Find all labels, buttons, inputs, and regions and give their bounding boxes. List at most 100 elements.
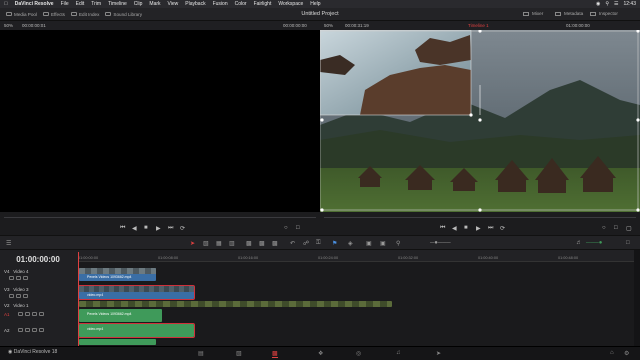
apple-icon[interactable]:  xyxy=(4,1,8,7)
stop-icon[interactable]: ■ xyxy=(464,225,468,231)
timeline-options-icon[interactable]: □ xyxy=(626,240,630,246)
next-clip-icon[interactable]: ⏭ xyxy=(168,225,173,232)
menu-fusion[interactable]: Fusion xyxy=(213,1,228,7)
menu-edit[interactable]: Edit xyxy=(76,1,85,7)
marker-icon[interactable]: ◈ xyxy=(348,240,353,247)
fairlight-page-icon[interactable]: ♫ xyxy=(396,350,401,356)
mute-icon[interactable] xyxy=(39,328,44,332)
lock-icon[interactable] xyxy=(18,312,23,316)
clip-v3[interactable]: video.mp4 xyxy=(78,285,195,300)
menu-help[interactable]: Help xyxy=(310,1,320,7)
zoom-slider[interactable]: ─●─── xyxy=(430,240,451,246)
program-scrub-bar[interactable] xyxy=(324,217,636,218)
menu-color[interactable]: Color xyxy=(235,1,247,7)
source-out-icon[interactable]: □ xyxy=(296,225,300,231)
snapping-icon[interactable]: ↶ xyxy=(290,240,295,247)
clip-v1[interactable] xyxy=(79,301,392,307)
dynamic-trim-icon[interactable]: ▦ xyxy=(216,240,222,247)
home-icon[interactable]: ⌂ xyxy=(610,350,614,356)
menu-file[interactable]: File xyxy=(61,1,69,7)
control-center-icon[interactable]: ☰ xyxy=(614,1,618,7)
zoom-full-icon[interactable]: ▣ xyxy=(366,240,372,247)
timeline-layout-icon[interactable]: ☰ xyxy=(6,240,11,247)
source-in-icon[interactable]: ○ xyxy=(284,225,288,231)
overwrite-clip-icon[interactable]: ▩ xyxy=(259,240,265,247)
source-zoom[interactable]: 50% xyxy=(4,23,13,28)
lock-icon[interactable] xyxy=(9,294,14,298)
deliver-page-icon[interactable]: ➤ xyxy=(436,350,441,357)
menu-playback[interactable]: Playback xyxy=(185,1,205,7)
track-header-v3[interactable]: V3 Video 3 xyxy=(0,286,78,300)
clip-v4[interactable]: Pexels Videos 1093662.mp4 xyxy=(79,268,156,281)
program-zoom[interactable]: 50% xyxy=(324,23,333,28)
timeline-name[interactable]: Timeline 1 xyxy=(468,23,489,28)
replace-clip-icon[interactable]: ▩ xyxy=(272,240,278,247)
clip-a3[interactable] xyxy=(79,339,156,345)
menu-workspace[interactable]: Workspace xyxy=(278,1,303,7)
monitor-icon[interactable] xyxy=(23,276,28,280)
color-page-icon[interactable]: ◎ xyxy=(356,350,361,357)
auto-select-icon[interactable] xyxy=(25,312,30,316)
menu-trim[interactable]: Trim xyxy=(91,1,101,7)
trim-tool-icon[interactable]: ▧ xyxy=(203,240,209,247)
monitor-icon[interactable] xyxy=(23,294,28,298)
edit-index-button[interactable]: Edit Index xyxy=(70,12,99,17)
auto-select-icon[interactable] xyxy=(16,294,21,298)
sound-library-button[interactable]: Sound Library xyxy=(105,12,142,17)
blade-tool-icon[interactable]: ▥ xyxy=(229,240,235,247)
loop-icon[interactable]: ⟳ xyxy=(180,225,185,232)
solo-icon[interactable] xyxy=(32,328,37,332)
media-pool-button[interactable]: Media Pool xyxy=(6,12,37,17)
timeline-scrollbar[interactable] xyxy=(634,250,640,346)
source-scrub-bar[interactable] xyxy=(4,217,316,218)
edit-page-icon[interactable]: ▩ xyxy=(272,350,278,358)
position-lock-icon[interactable]: ⚿ xyxy=(316,240,321,247)
search-icon[interactable]: ⚲ xyxy=(605,1,609,7)
volume-slider[interactable]: ───● xyxy=(586,240,602,246)
auto-select-icon[interactable] xyxy=(16,276,21,280)
menu-app-name[interactable]: DaVinci Resolve xyxy=(15,1,54,7)
track-header-v4[interactable]: V4 Video 4 xyxy=(0,268,78,282)
reverse-play-icon[interactable]: ◀ xyxy=(132,225,137,232)
menu-view[interactable]: View xyxy=(168,1,179,7)
clip-a1[interactable]: Pexels Videos 1093662.mp4 xyxy=(79,309,162,322)
settings-gear-icon[interactable]: ⚙ xyxy=(624,350,629,357)
track-header-a1[interactable]: A1 xyxy=(0,310,78,324)
playhead[interactable] xyxy=(78,252,79,346)
menu-fairlight[interactable]: Fairlight xyxy=(254,1,272,7)
stop-icon[interactable]: ■ xyxy=(144,225,148,231)
mixer-button[interactable]: Mixer xyxy=(523,11,543,16)
source-viewer[interactable] xyxy=(0,30,320,212)
loop-icon[interactable]: ⟳ xyxy=(500,225,505,232)
play-icon[interactable]: ▶ xyxy=(156,225,161,232)
track-header-a2[interactable]: A2 xyxy=(0,326,78,340)
clip-a2[interactable]: video.mp4 xyxy=(78,323,195,338)
wifi-icon[interactable]: ◉ xyxy=(596,1,600,7)
fullscreen-icon[interactable]: ▢ xyxy=(626,225,632,232)
flag-icon[interactable]: ⚑ xyxy=(332,240,337,247)
media-page-icon[interactable]: ▤ xyxy=(198,350,204,357)
play-icon[interactable]: ▶ xyxy=(476,225,481,232)
program-out-icon[interactable]: □ xyxy=(614,225,618,231)
effects-button[interactable]: Effects xyxy=(42,12,65,17)
auto-select-icon[interactable] xyxy=(25,328,30,332)
metadata-button[interactable]: Metadata xyxy=(555,11,583,16)
timeline-ruler[interactable]: 01:00:00:00 01:00:08:00 01:00:16:00 01:0… xyxy=(78,250,634,262)
prev-clip-icon[interactable]: ⏮ xyxy=(440,225,445,232)
prev-clip-icon[interactable]: ⏮ xyxy=(120,225,125,232)
inspector-button[interactable]: Inspector xyxy=(590,11,618,16)
timeline-area[interactable]: 01:00:00:00 01:00:08:00 01:00:16:00 01:0… xyxy=(78,250,634,346)
zoom-custom-icon[interactable]: ⚲ xyxy=(396,240,400,247)
solo-icon[interactable] xyxy=(32,312,37,316)
zoom-detail-icon[interactable]: ▣ xyxy=(380,240,386,247)
selection-tool-icon[interactable]: ➤ xyxy=(190,240,195,247)
menu-timeline[interactable]: Timeline xyxy=(108,1,127,7)
program-in-icon[interactable]: ○ xyxy=(602,225,606,231)
menu-clip[interactable]: Clip xyxy=(134,1,143,7)
menu-mark[interactable]: Mark xyxy=(149,1,160,7)
linked-selection-icon[interactable]: ☍ xyxy=(303,240,309,247)
speaker-icon[interactable]: ♬ xyxy=(576,240,582,246)
insert-clip-icon[interactable]: ▩ xyxy=(246,240,252,247)
program-viewer[interactable] xyxy=(320,30,640,212)
cut-page-icon[interactable]: ▧ xyxy=(236,350,242,357)
